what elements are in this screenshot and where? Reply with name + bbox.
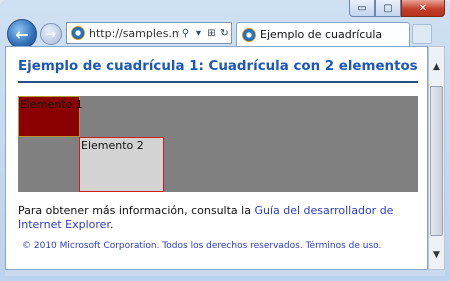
tab-active[interactable]: Ejemplo de cuadrícula [236, 22, 410, 46]
minimize-button[interactable]: ▭ [349, 0, 375, 17]
scroll-thumb[interactable] [430, 86, 443, 236]
window-bottom-frame [5, 270, 445, 276]
address-bar[interactable]: http://samples.m... ⚲ ▾ ⊞ ↻ [66, 22, 232, 44]
footer: © 2010 Microsoft Corporation. Todos los … [22, 241, 422, 251]
scroll-up-icon[interactable]: ▲ [429, 59, 444, 76]
compatibility-view-icon[interactable]: ⊞ [205, 28, 218, 39]
info-paragraph: Para obtener más información, consulta l… [18, 204, 418, 232]
grid-container: Elemento 1 Elemento 2 [18, 96, 418, 192]
grid-element-2: Elemento 2 [79, 137, 164, 192]
browser-window: ▭ ▢ ✕ ← → http://samples.m... ⚲ ▾ ⊞ ↻ Ej… [0, 0, 450, 281]
grid-element-1: Elemento 1 [18, 96, 83, 137]
page-title: Ejemplo de cuadrícula 1: Cuadrícula con … [18, 59, 418, 74]
terms-of-use-link[interactable]: Términos de uso [306, 241, 379, 251]
tab-title: Ejemplo de cuadrícula [260, 28, 383, 41]
address-url[interactable]: http://samples.m... [89, 27, 179, 40]
maximize-button[interactable]: ▢ [375, 0, 401, 17]
scroll-down-icon[interactable]: ▼ [429, 247, 444, 264]
new-tab-button[interactable] [412, 24, 432, 44]
forward-arrow-icon: → [45, 27, 57, 41]
terms-suffix: . [378, 241, 382, 251]
info-suffix: . [109, 218, 114, 231]
caption-buttons: ▭ ▢ ✕ [349, 0, 445, 17]
vertical-scrollbar[interactable]: ▲ ▼ [428, 46, 445, 270]
search-icon[interactable]: ⚲ [179, 28, 192, 39]
heading-divider [18, 81, 418, 83]
element-2-label: Elemento 2 [81, 139, 144, 152]
tab-ie-icon [242, 27, 256, 42]
page-content: Ejemplo de cuadrícula 1: Cuadrícula con … [5, 46, 428, 270]
refresh-icon[interactable]: ↻ [218, 28, 231, 39]
back-arrow-icon: ← [15, 24, 29, 44]
info-text: Para obtener más información, consulta l… [18, 204, 255, 217]
forward-button[interactable]: → [40, 23, 62, 45]
ie-page-icon [71, 26, 85, 40]
back-button[interactable]: ← [7, 19, 37, 49]
close-button[interactable]: ✕ [401, 0, 445, 17]
copyright-text: © 2010 Microsoft Corporation. Todos los … [22, 241, 306, 251]
element-1-label: Elemento 1 [20, 98, 83, 111]
address-dropdown-icon[interactable]: ▾ [192, 28, 205, 39]
